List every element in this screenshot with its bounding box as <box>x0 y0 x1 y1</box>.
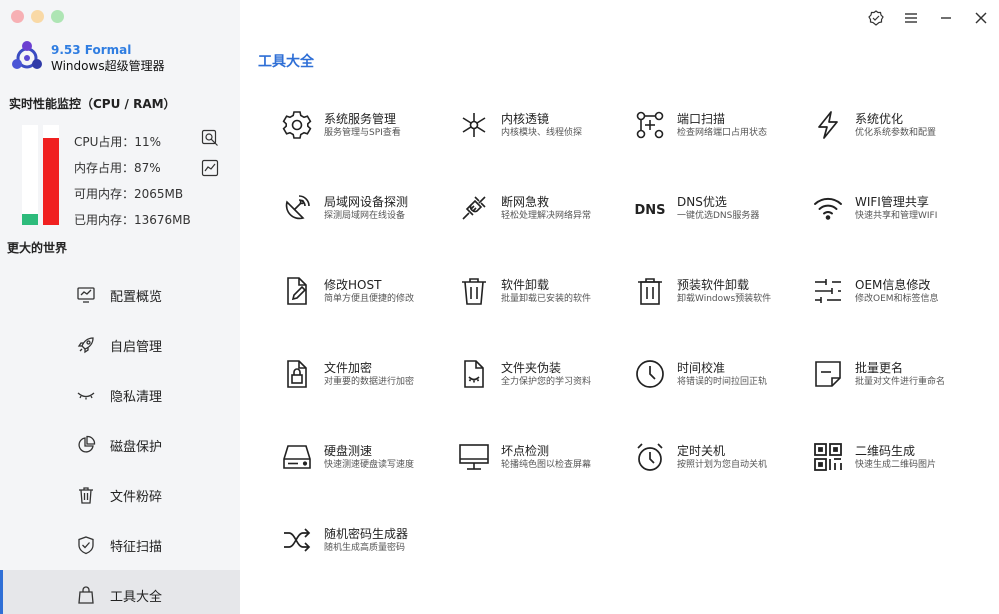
tool-disk-speed[interactable]: 硬盘测速 快速测速硬盘读写速度 <box>281 437 459 477</box>
tool-desc: 内核模块、线程侦探 <box>501 127 583 138</box>
tool-desc: 批量对文件进行重命名 <box>855 376 946 387</box>
tool-time-sync[interactable]: 时间校准 将错误的时间拉回正轨 <box>634 354 812 394</box>
svg-text:DNS: DNS <box>634 203 665 218</box>
file-edit-icon <box>287 277 307 305</box>
tool-dns-optimize[interactable]: DNS DNS优选 一键优选DNS服务器 <box>634 188 812 228</box>
tool-desc: 快速生成二维码图片 <box>855 459 937 470</box>
trash-icon <box>462 278 486 305</box>
tool-edit-host[interactable]: 修改HOST 简单方便且便捷的修改 <box>281 271 459 311</box>
dns-icon: DNS <box>634 203 665 218</box>
tool-port-scan[interactable]: 端口扫描 检查网络端口占用状态 <box>634 105 812 145</box>
alarm-clock-icon <box>637 443 663 471</box>
clock-icon <box>636 360 664 388</box>
rename-icon <box>815 361 841 387</box>
tool-batch-rename[interactable]: 批量更名 批量对文件进行重命名 <box>812 354 990 394</box>
sliders-icon <box>815 279 841 303</box>
tool-title: 坏点检测 <box>501 443 550 458</box>
tool-desc: 服务管理与SPI查看 <box>324 127 401 138</box>
tool-folder-disguise[interactable]: 文件夹伪装 全力保护您的学习资料 <box>458 354 636 394</box>
tool-desc: 简单方便且便捷的修改 <box>324 293 415 304</box>
tool-wifi-share[interactable]: WIFI管理共享 快速共享和管理WIFI <box>812 188 990 228</box>
hard-drive-icon <box>283 445 311 469</box>
tool-system-optimize[interactable]: 系统优化 优化系统参数和配置 <box>812 105 990 145</box>
tool-network-rescue[interactable]: 断网急救 轻松处理解决网络异常 <box>458 188 636 228</box>
tool-title: 文件夹伪装 <box>501 360 562 375</box>
gear-icon <box>282 111 312 139</box>
tool-desc: 按照计划为您自动关机 <box>677 459 768 470</box>
tool-desc: 随机生成高质量密码 <box>324 542 406 553</box>
tool-desc: 优化系统参数和配置 <box>855 127 937 138</box>
tool-kernel-lens[interactable]: 内核透镜 内核模块、线程侦探 <box>458 105 636 145</box>
tool-desc: 卸载Windows预装软件 <box>677 293 772 304</box>
wifi-icon <box>814 197 842 220</box>
tool-software-uninstall[interactable]: 软件卸载 批量卸载已安装的软件 <box>458 271 636 311</box>
tool-desc: 对重要的数据进行加密 <box>324 376 415 387</box>
trash-box-icon <box>638 278 662 305</box>
tool-oem-edit[interactable]: OEM信息修改 修改OEM和标签信息 <box>812 271 990 311</box>
port-scan-icon <box>636 111 664 139</box>
tool-file-encrypt[interactable]: 文件加密 对重要的数据进行加密 <box>281 354 459 394</box>
file-lock-icon <box>287 360 307 388</box>
tool-title: 端口扫描 <box>677 111 726 126</box>
tool-desc: 快速共享和管理WIFI <box>855 210 938 221</box>
tool-title: 预装软件卸载 <box>677 277 750 292</box>
qr-code-icon <box>814 443 842 471</box>
tool-title: 修改HOST <box>324 277 382 292</box>
tool-dead-pixel[interactable]: 坏点检测 轮播纯色图以检查屏幕 <box>458 437 636 477</box>
tool-title: 二维码生成 <box>855 443 916 458</box>
tool-lan-detect[interactable]: 局域网设备探测 探测局域网在线设备 <box>281 188 459 228</box>
tool-title: DNS优选 <box>677 194 727 209</box>
tool-desc: 检查网络端口占用状态 <box>677 127 768 138</box>
tool-title: 批量更名 <box>855 360 904 375</box>
tool-preinstalled-uninstall[interactable]: 预装软件卸载 卸载Windows预装软件 <box>634 271 812 311</box>
tool-password-generator[interactable]: 随机密码生成器 随机生成高质量密码 <box>281 520 459 560</box>
tool-title: 系统服务管理 <box>324 111 397 126</box>
tool-desc: 一键优选DNS服务器 <box>677 210 760 221</box>
tool-qr-generate[interactable]: 二维码生成 快速生成二维码图片 <box>812 437 990 477</box>
tool-title: 文件加密 <box>324 360 373 375</box>
tool-title: 局域网设备探测 <box>324 194 409 209</box>
tool-desc: 修改OEM和标签信息 <box>855 293 939 304</box>
tool-scheduled-shutdown[interactable]: 定时关机 按照计划为您自动关机 <box>634 437 812 477</box>
tool-desc: 轮播纯色图以检查屏幕 <box>501 459 592 470</box>
tool-title: 定时关机 <box>677 443 726 458</box>
tool-title: 随机密码生成器 <box>324 526 409 541</box>
tool-system-service[interactable]: 系统服务管理 服务管理与SPI查看 <box>281 105 459 145</box>
tool-title: 硬盘测速 <box>324 443 373 458</box>
tool-title: 系统优化 <box>855 111 904 126</box>
tool-title: 内核透镜 <box>501 111 550 126</box>
tool-desc: 快速测速硬盘读写速度 <box>324 459 415 470</box>
tool-desc: 探测局域网在线设备 <box>324 210 406 221</box>
shuffle-icon <box>284 528 311 552</box>
plug-icon <box>462 196 486 220</box>
tool-desc: 批量卸载已安装的软件 <box>501 293 592 304</box>
monitor-icon <box>459 444 489 470</box>
file-eye-icon <box>464 360 484 388</box>
tool-title: OEM信息修改 <box>855 277 931 292</box>
tool-title: 时间校准 <box>677 360 726 375</box>
tool-title: 软件卸载 <box>501 277 550 292</box>
tool-desc: 全力保护您的学习资料 <box>501 376 592 387</box>
satellite-dish-icon <box>285 195 310 220</box>
tool-title: 断网急救 <box>501 194 550 209</box>
tools-grid: 系统服务管理 服务管理与SPI查看 内核透镜 内核模块、线程侦探 端口扫描 检查网络端… <box>0 0 999 614</box>
tool-desc: 将错误的时间拉回正轨 <box>677 376 768 387</box>
lightning-icon <box>818 111 838 139</box>
molecule-icon <box>462 113 486 137</box>
tool-title: WIFI管理共享 <box>855 194 929 209</box>
tool-desc: 轻松处理解决网络异常 <box>501 210 592 221</box>
